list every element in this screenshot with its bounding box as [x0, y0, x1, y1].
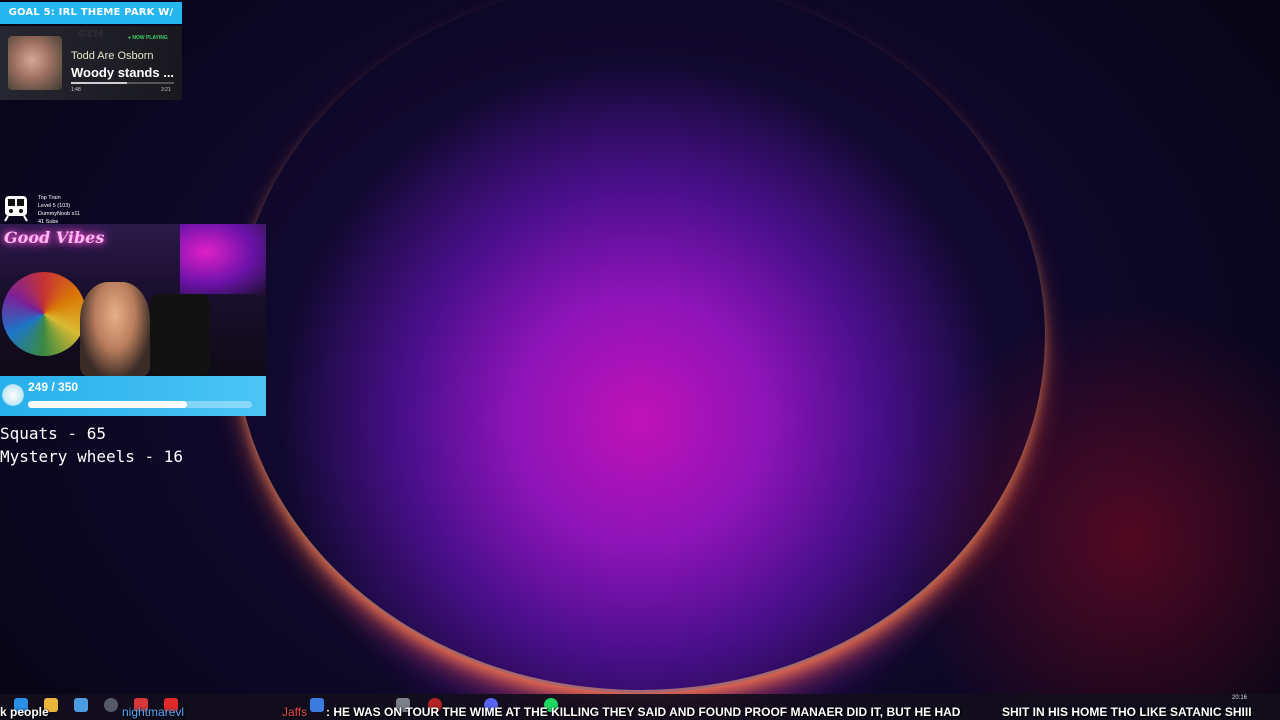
- webcam-chair: [150, 294, 210, 376]
- now-playing-progress-bar: [71, 82, 174, 84]
- now-playing-widget: ● NOW PLAYING Todd Are Osborn Woody stan…: [0, 26, 182, 100]
- train-level: Level 5 (103): [38, 203, 71, 209]
- now-playing-duration: 3:21: [161, 87, 171, 93]
- train-title: Top Train: [38, 195, 61, 201]
- train-info: Top Train Level 5 (103) DummyNoob x11 41…: [38, 194, 80, 226]
- now-playing-elapsed: 1:48: [71, 87, 81, 93]
- mystery-wheels-counter: Mystery wheels - 16: [0, 447, 184, 466]
- neon-sign: Good Vibes: [4, 228, 105, 247]
- squats-counter: Squats - 65: [0, 424, 106, 443]
- album-art: [8, 36, 62, 90]
- ticker-previous-message: k people: [0, 705, 49, 719]
- goal-banner: GOAL 5: IRL THEME PARK W/ GEM: [0, 2, 182, 40]
- now-playing-title: Woody stands ...: [71, 65, 175, 80]
- ticker-username: nightmarevl: [122, 705, 185, 719]
- wallpaper-glow-ring: [235, 0, 1045, 693]
- train-top-contributor: DummyNoob x11: [38, 211, 81, 217]
- chat-ticker: k people nightmarevl Jaffs : HE WAS ON T…: [0, 704, 1280, 720]
- now-playing-status: ● NOW PLAYING: [128, 35, 168, 41]
- webcam-streamer: [80, 282, 150, 376]
- sub-goal-progress-bar: [28, 401, 252, 408]
- sub-goal-count: 249 / 350: [28, 380, 79, 394]
- now-playing-artist: Todd Are Osborn: [71, 50, 154, 62]
- train-icon: [4, 196, 28, 222]
- ticker-username-2: Jaffs: [282, 705, 308, 719]
- now-playing-progress-fill: [71, 82, 127, 84]
- sub-goal-progress-fill: [28, 401, 188, 408]
- ticker-message-continued: SHIT IN HIS HOME THO LIKE SATANIC SHIII: [1002, 705, 1252, 719]
- sub-goal-widget: 249 / 350: [0, 376, 266, 416]
- webcam-feed: Good Vibes: [0, 224, 266, 376]
- webcam-prize-wheel: [2, 272, 86, 356]
- sub-goal-icon: [2, 384, 24, 406]
- webcam-light: [180, 224, 266, 294]
- taskbar-clock[interactable]: 20:16: [1232, 695, 1247, 701]
- ticker-message: : HE WAS ON TOUR THE WIME AT THE KILLING…: [326, 705, 961, 719]
